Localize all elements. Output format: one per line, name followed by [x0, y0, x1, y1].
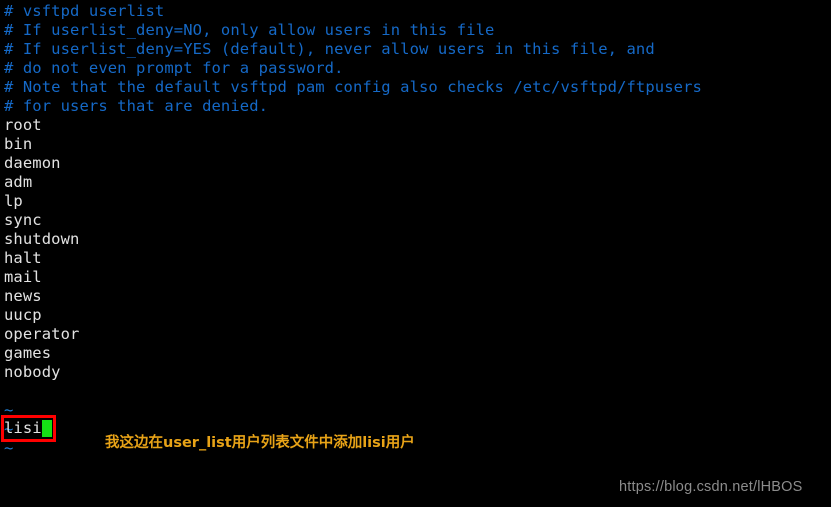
comment-line: # If userlist_deny=NO, only allow users …: [4, 21, 495, 39]
user-entry-line: sync: [4, 211, 42, 229]
edited-user-line[interactable]: lisi: [4, 419, 52, 438]
user-entry-line: uucp: [4, 306, 42, 324]
user-entry-line: root: [4, 116, 42, 134]
user-entry-line: operator: [4, 325, 80, 343]
user-entry-line: halt: [4, 249, 42, 267]
terminal-window[interactable]: # vsftpd userlist # If userlist_deny=NO, …: [0, 0, 831, 507]
comment-line: # do not even prompt for a password.: [4, 59, 344, 77]
comment-line: # vsftpd userlist: [4, 2, 165, 20]
user-entry-line: lp: [4, 192, 23, 210]
watermark-url: https://blog.csdn.net/lHBOS: [619, 479, 803, 495]
user-entry-line: daemon: [4, 154, 61, 172]
user-entry-line: mail: [4, 268, 42, 286]
comment-line: # for users that are denied.: [4, 97, 269, 115]
comment-line: # Note that the default vsftpd pam confi…: [4, 78, 702, 96]
tilde-line: ~: [4, 401, 14, 419]
user-entry-line: news: [4, 287, 42, 305]
block-cursor-icon: [41, 420, 52, 437]
user-entry-line: shutdown: [4, 230, 80, 248]
comment-line: # If userlist_deny=YES (default), never …: [4, 40, 655, 58]
user-entry-line: games: [4, 344, 52, 362]
annotation-text: 我这边在user_list用户列表文件中添加lisi用户: [105, 435, 415, 451]
user-entry-line: [0, 382, 831, 401]
user-entry-line: adm: [4, 173, 33, 191]
edited-user-text: lisi: [4, 419, 42, 437]
user-entry-line: bin: [4, 135, 33, 153]
user-entry-line: nobody: [4, 363, 61, 381]
file-text-buffer[interactable]: # vsftpd userlist # If userlist_deny=NO, …: [0, 0, 831, 458]
